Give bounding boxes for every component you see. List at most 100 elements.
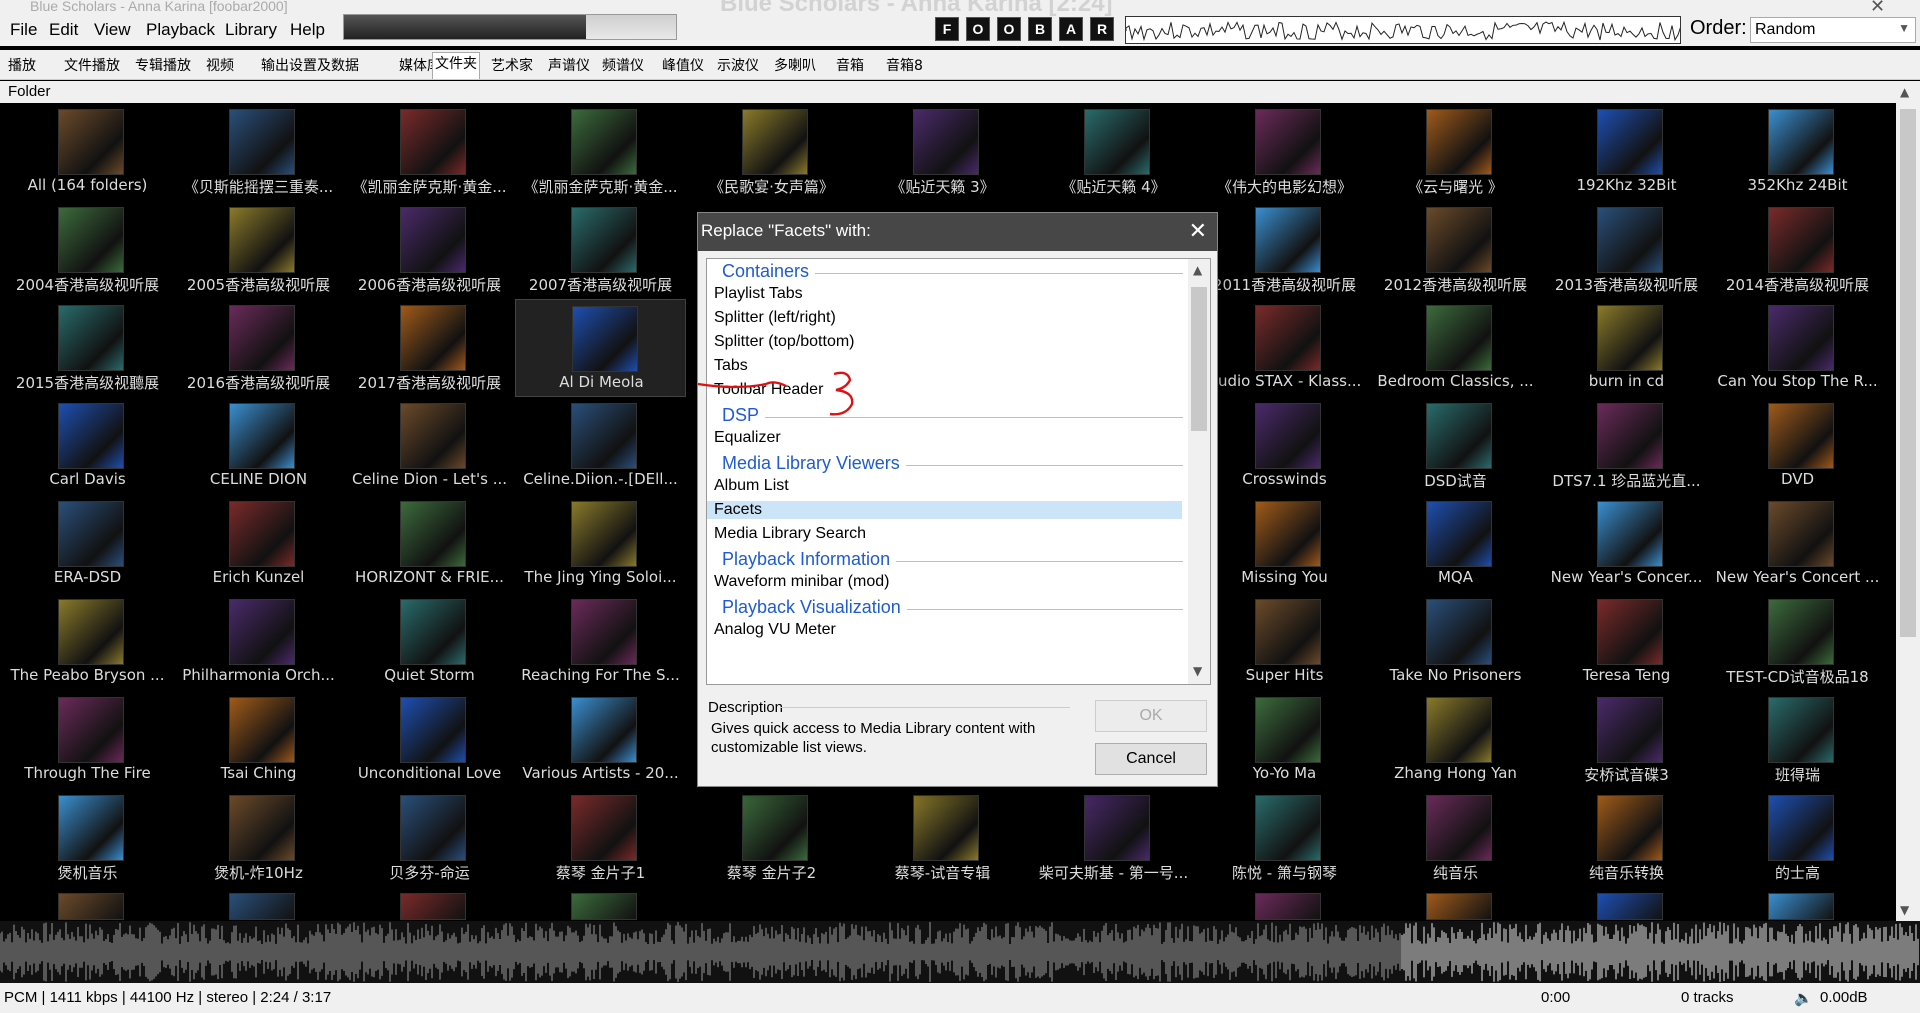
- tab-6[interactable]: 文件夹: [432, 52, 480, 79]
- scroll-down-icon[interactable]: ▼: [1900, 903, 1909, 917]
- menu-view[interactable]: View: [94, 20, 131, 40]
- folder-item[interactable]: Teresa Teng: [1541, 593, 1712, 691]
- menu-edit[interactable]: Edit: [49, 20, 78, 40]
- transport-button-o1[interactable]: O: [966, 17, 990, 41]
- tab-2[interactable]: 专辑播放: [133, 55, 193, 77]
- folder-item[interactable]: 陈悦 - 箫与钢琴: [1199, 789, 1370, 887]
- folder-item[interactable]: Zhang Hong Yan: [1370, 691, 1541, 789]
- folder-item[interactable]: Tsai Ching: [173, 691, 344, 789]
- folder-item[interactable]: 蔡琴 金片子1: [515, 789, 686, 887]
- menu-file[interactable]: File: [10, 20, 37, 40]
- list-item[interactable]: Splitter (left/right): [714, 309, 836, 327]
- list-item[interactable]: Equalizer: [714, 429, 781, 447]
- scrollbar-thumb[interactable]: [1191, 287, 1207, 431]
- folder-item[interactable]: 192Khz 32Bit: [1541, 103, 1712, 201]
- tab-8[interactable]: 声谱仪: [546, 55, 592, 77]
- folder-item[interactable]: 安桥试音碟3: [1541, 691, 1712, 789]
- list-item[interactable]: Waveform minibar (mod): [714, 573, 889, 591]
- list-item[interactable]: Tabs: [714, 357, 748, 375]
- folder-item[interactable]: 《云与曙光 》: [1370, 103, 1541, 201]
- folder-item[interactable]: Celine Dion - Let's ...: [344, 397, 515, 495]
- cancel-button[interactable]: Cancel: [1095, 743, 1207, 775]
- folder-item[interactable]: 蔡琴-试音专辑: [857, 789, 1028, 887]
- waveform-seekbar[interactable]: [0, 921, 1920, 983]
- folder-item[interactable]: 煲机-炸10Hz: [173, 789, 344, 887]
- tab-12[interactable]: 多喇叭: [772, 55, 818, 77]
- grid-scrollbar[interactable]: ▲ ▼: [1896, 81, 1920, 921]
- tab-10[interactable]: 峰值仪: [660, 55, 706, 77]
- folder-item[interactable]: MQA: [1370, 495, 1541, 593]
- transport-button-o2[interactable]: O: [997, 17, 1021, 41]
- tab-7[interactable]: 艺术家: [489, 55, 535, 77]
- folder-item[interactable]: 《贴近天籁 3》: [857, 103, 1028, 201]
- folder-item[interactable]: DVD: [1712, 397, 1883, 495]
- folder-item[interactable]: 《凯丽金萨克斯·黄金...: [515, 103, 686, 201]
- folder-item[interactable]: 纯音乐转换: [1541, 789, 1712, 887]
- close-icon[interactable]: ✕: [1870, 0, 1885, 17]
- folder-item[interactable]: 2014香港高级视听展: [1712, 201, 1883, 299]
- folder-item[interactable]: Yo-Yo Ma: [1199, 691, 1370, 789]
- ok-button[interactable]: OK: [1095, 700, 1207, 732]
- scroll-down-icon[interactable]: ▼: [1193, 664, 1202, 678]
- folder-item[interactable]: Philharmonia Orch...: [173, 593, 344, 691]
- list-item[interactable]: Analog VU Meter: [714, 621, 836, 639]
- list-item[interactable]: Playlist Tabs: [714, 285, 803, 303]
- folder-item[interactable]: CELINE DION: [173, 397, 344, 495]
- folder-item[interactable]: New Year's Concert ...: [1712, 495, 1883, 593]
- folder-item[interactable]: Take No Prisoners: [1370, 593, 1541, 691]
- transport-button-f[interactable]: F: [935, 17, 959, 41]
- folder-item[interactable]: 2011香港高级视听展: [1199, 201, 1370, 299]
- folder-item[interactable]: Erich Kunzel: [173, 495, 344, 593]
- menu-playback[interactable]: Playback: [146, 20, 215, 40]
- folder-item[interactable]: 的士高: [1712, 789, 1883, 887]
- waveform-minibar[interactable]: [1125, 16, 1681, 44]
- folder-item[interactable]: 《伟大的电影幻想》: [1199, 103, 1370, 201]
- folder-item[interactable]: burn in cd: [1541, 299, 1712, 397]
- folder-item[interactable]: 2016香港高级视听展: [173, 299, 344, 397]
- folder-item[interactable]: Missing You: [1199, 495, 1370, 593]
- folder-item[interactable]: 2004香港高级视听展: [2, 201, 173, 299]
- tab-9[interactable]: 频谱仪: [600, 55, 646, 77]
- folder-item[interactable]: 贝多芬-命运: [344, 789, 515, 887]
- transport-button-b[interactable]: B: [1028, 17, 1052, 41]
- folder-item[interactable]: TEST-CD试音极品18: [1712, 593, 1883, 691]
- speaker-icon[interactable]: 🔈: [1794, 989, 1813, 1007]
- scroll-up-icon[interactable]: ▲: [1193, 263, 1202, 277]
- folder-item[interactable]: 《贴近天籁 4》: [1028, 103, 1199, 201]
- menu-library[interactable]: Library: [225, 20, 277, 40]
- tab-1[interactable]: 文件播放: [62, 55, 122, 77]
- list-item[interactable]: Toolbar Header: [714, 381, 823, 399]
- folder-item[interactable]: 柴可夫斯基 - 第一号...: [1028, 789, 1199, 887]
- list-scrollbar[interactable]: ▲ ▼: [1188, 259, 1210, 684]
- folder-item[interactable]: DTS7.1 珍品蓝光直...: [1541, 397, 1712, 495]
- tab-4[interactable]: 输出设置及数据: [259, 55, 361, 77]
- tab-0[interactable]: 播放: [6, 55, 38, 77]
- folder-item[interactable]: Carl Davis: [2, 397, 173, 495]
- folder-item[interactable]: 2013香港高级视听展: [1541, 201, 1712, 299]
- folder-item[interactable]: 2006香港高级视听展: [344, 201, 515, 299]
- folder-item[interactable]: Crosswinds: [1199, 397, 1370, 495]
- tab-14[interactable]: 音箱8: [884, 55, 925, 77]
- folder-item[interactable]: Super Hits: [1199, 593, 1370, 691]
- order-select[interactable]: Random ▼: [1750, 17, 1916, 43]
- folder-item[interactable]: Celine.Diion.-.[DEll...: [515, 397, 686, 495]
- folder-item[interactable]: 纯音乐: [1370, 789, 1541, 887]
- folder-item[interactable]: Al Di Meola: [515, 299, 686, 397]
- folder-item[interactable]: 班得瑞: [1712, 691, 1883, 789]
- folder-item[interactable]: HORIZONT & FRIE...: [344, 495, 515, 593]
- ui-element-list[interactable]: Containers Playlist Tabs Splitter (left/ri…: [706, 258, 1211, 685]
- folder-item[interactable]: 352Khz 24Bit: [1712, 103, 1883, 201]
- folder-item[interactable]: All (164 folders): [2, 103, 173, 201]
- transport-button-r[interactable]: R: [1090, 17, 1114, 41]
- folder-item[interactable]: 煲机音乐: [2, 789, 173, 887]
- scrollbar-thumb[interactable]: [1900, 109, 1916, 637]
- folder-item[interactable]: 2012香港高级视听展: [1370, 201, 1541, 299]
- folder-item[interactable]: 《民歌宴·女声篇》: [686, 103, 857, 201]
- folder-item[interactable]: 2005香港高级视听展: [173, 201, 344, 299]
- menu-help[interactable]: Help: [290, 20, 325, 40]
- folder-item[interactable]: Bedroom Classics, ...: [1370, 299, 1541, 397]
- folder-item[interactable]: Reaching For The S...: [515, 593, 686, 691]
- tab-3[interactable]: 视频: [204, 55, 236, 77]
- transport-button-a[interactable]: A: [1059, 17, 1083, 41]
- folder-item[interactable]: Unconditional Love: [344, 691, 515, 789]
